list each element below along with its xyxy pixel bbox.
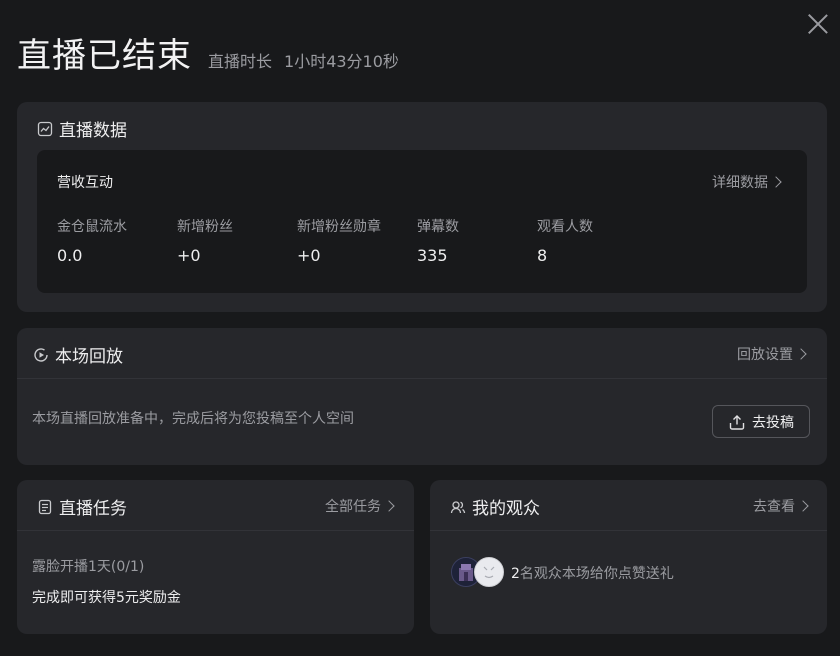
chevron-right-icon bbox=[795, 348, 807, 360]
live-data-title-text: 直播数据 bbox=[59, 121, 127, 141]
tasks-divider bbox=[17, 530, 414, 531]
revenue-panel: 营收互动 详细数据 金仓鼠流水 0.0 新增粉丝 +0 新增粉丝勋章 +0 弹幕… bbox=[37, 150, 807, 293]
all-tasks-link[interactable]: 全部任务 bbox=[325, 496, 395, 516]
page-title: 直播已结束 bbox=[17, 36, 192, 76]
chevron-right-icon bbox=[383, 500, 395, 512]
stat-label-viewers: 观看人数 bbox=[537, 219, 593, 235]
audience-summary: 2名观众本场给你点赞送礼 bbox=[511, 563, 674, 583]
stat-value-new-fans: +0 bbox=[177, 246, 201, 265]
replay-card: 本场回放 回放设置 本场直播回放准备中，完成后将为您投稿至个人空间 去投稿 bbox=[17, 328, 827, 465]
chevron-right-icon bbox=[797, 500, 809, 512]
avatar bbox=[474, 557, 504, 587]
audience-count: 2 bbox=[511, 566, 520, 582]
page-header: 直播已结束 直播时长 1小时43分10秒 bbox=[17, 28, 399, 77]
duration-label: 直播时长 bbox=[208, 52, 273, 71]
task-reward: 完成即可获得5元奖励金 bbox=[32, 590, 181, 606]
detail-data-link[interactable]: 详细数据 bbox=[712, 172, 782, 192]
stat-value-danmaku: 335 bbox=[417, 246, 448, 265]
replay-settings-text: 回放设置 bbox=[737, 347, 793, 363]
replay-settings-link[interactable]: 回放设置 bbox=[737, 344, 807, 364]
tasks-title-text: 直播任务 bbox=[59, 499, 127, 519]
play-circle-icon bbox=[34, 347, 48, 362]
audience-divider bbox=[430, 530, 827, 531]
detail-data-link-text: 详细数据 bbox=[712, 175, 768, 191]
stat-label-fan-medals: 新增粉丝勋章 bbox=[297, 219, 381, 235]
audience-message: 名观众本场给你点赞送礼 bbox=[519, 566, 674, 582]
audience-title-text: 我的观众 bbox=[472, 499, 540, 519]
avatar-image bbox=[476, 559, 502, 585]
stat-value-viewers: 8 bbox=[537, 246, 548, 265]
people-icon bbox=[450, 500, 466, 513]
live-data-title: 直播数据 bbox=[37, 116, 127, 141]
duration-value: 1小时43分10秒 bbox=[284, 52, 399, 71]
close-icon[interactable] bbox=[807, 13, 829, 35]
upload-button-text: 去投稿 bbox=[752, 414, 794, 431]
live-data-card: 直播数据 营收互动 详细数据 金仓鼠流水 0.0 新增粉丝 +0 新增粉丝勋章 … bbox=[17, 102, 827, 312]
upload-button[interactable]: 去投稿 bbox=[712, 405, 810, 438]
stat-label-danmaku: 弹幕数 bbox=[417, 219, 459, 235]
replay-title-text: 本场回放 bbox=[55, 347, 123, 367]
replay-title: 本场回放 bbox=[33, 342, 123, 367]
stat-label-revenue: 金仓鼠流水 bbox=[57, 219, 127, 235]
replay-message: 本场直播回放准备中，完成后将为您投稿至个人空间 bbox=[32, 411, 354, 427]
task-name: 露脸开播1天(0/1) bbox=[32, 559, 145, 575]
document-icon bbox=[38, 499, 52, 514]
stat-label-new-fans: 新增粉丝 bbox=[177, 219, 233, 235]
replay-divider bbox=[17, 378, 827, 379]
audience-title: 我的观众 bbox=[450, 494, 540, 519]
chart-line-icon bbox=[37, 121, 53, 136]
tasks-title: 直播任务 bbox=[37, 494, 127, 519]
revenue-section-title: 营收互动 bbox=[57, 175, 113, 191]
view-audience-text: 去查看 bbox=[753, 499, 795, 515]
view-audience-link[interactable]: 去查看 bbox=[753, 496, 809, 516]
tasks-card: 直播任务 全部任务 露脸开播1天(0/1) 完成即可获得5元奖励金 bbox=[17, 480, 414, 634]
stat-value-fan-medals: +0 bbox=[297, 246, 321, 265]
chevron-right-icon bbox=[770, 176, 782, 188]
upload-icon bbox=[729, 414, 745, 430]
all-tasks-text: 全部任务 bbox=[325, 499, 381, 515]
stat-value-revenue: 0.0 bbox=[57, 246, 83, 265]
audience-card: 我的观众 去查看 2名观众本场给你点赞送礼 bbox=[430, 480, 827, 634]
